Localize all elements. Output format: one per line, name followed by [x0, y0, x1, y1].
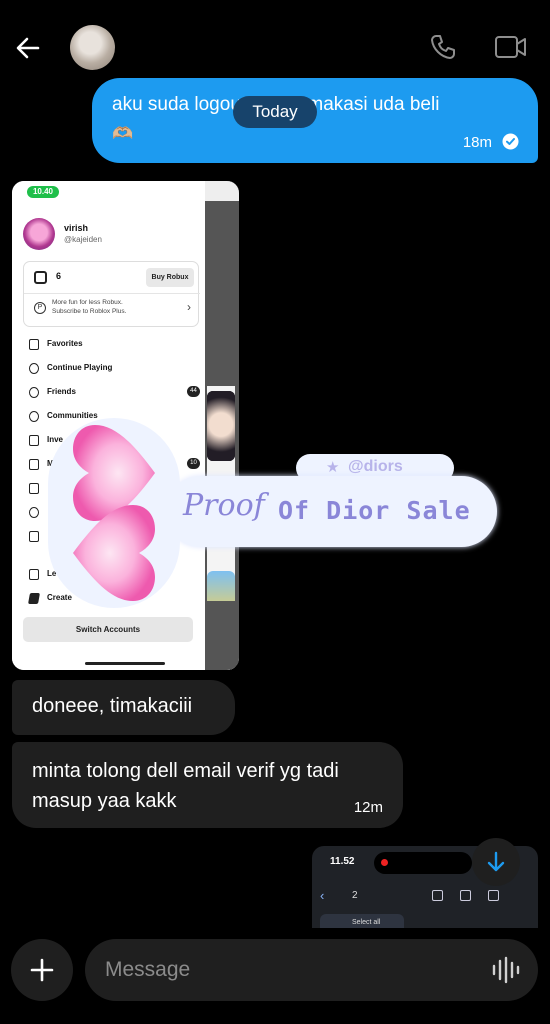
- message-text: doneee, timakaciii: [32, 695, 193, 717]
- plus-icon: [30, 958, 54, 982]
- star-icon: ★: [326, 459, 340, 476]
- add-attachment-button[interactable]: [11, 939, 73, 1001]
- home-indicator: [85, 662, 165, 665]
- date-separator: Today: [233, 96, 317, 128]
- sticker-hearts: [48, 418, 180, 608]
- profile-name: virish: [64, 223, 89, 233]
- outgoing-message[interactable]: aku suda logout ya ka, makasi uda beli 🫶…: [92, 78, 538, 163]
- message-text: minta tolong dell email verif yg tadi ma…: [32, 760, 339, 812]
- plus-promo-line-2: Subscribe to Roblox Plus.: [52, 308, 127, 315]
- item-icon: [29, 531, 39, 542]
- menu-item-friends: Friends 44: [23, 385, 201, 403]
- create-icon: [28, 593, 40, 604]
- chevron-right-icon: ›: [187, 300, 191, 314]
- profile-avatar: [23, 218, 55, 250]
- scroll-to-bottom-button[interactable]: [472, 838, 520, 886]
- select-all-label: Select all: [352, 919, 381, 926]
- status-time: 11.52: [330, 856, 355, 867]
- plus-promo-line-1: More fun for less Robux.: [52, 299, 123, 306]
- chevron-left-icon: ‹: [320, 888, 325, 903]
- sticker-caption-text: Of Dior Sale: [278, 496, 471, 525]
- message-input-container: [85, 939, 538, 1001]
- avatar[interactable]: [70, 25, 115, 70]
- sticker-label: Proof Of Dior Sale: [165, 476, 497, 547]
- friends-icon: [29, 387, 39, 398]
- recording-dot-icon: [381, 859, 388, 866]
- incoming-message[interactable]: doneee, timakaciii: [12, 680, 235, 735]
- voice-waveform-icon[interactable]: [491, 956, 521, 984]
- selected-count: 2: [352, 890, 358, 901]
- message-time: 12m: [353, 799, 383, 816]
- phone-icon[interactable]: [428, 32, 458, 62]
- status-time: 10.40: [27, 186, 59, 198]
- arrow-down-icon: [487, 851, 505, 872]
- robux-count: 6: [56, 271, 62, 281]
- friends-badge: 44: [187, 386, 200, 397]
- messages-badge: 10: [187, 458, 200, 469]
- learn-icon: [29, 569, 39, 580]
- switch-accounts-button: Switch Accounts: [23, 617, 193, 642]
- item-icon: [29, 483, 39, 494]
- incoming-message[interactable]: minta tolong dell email verif yg tadi ma…: [12, 742, 403, 828]
- dynamic-island: [374, 852, 472, 874]
- mail-icon: [488, 890, 499, 901]
- communities-icon: [29, 411, 39, 422]
- history-icon: [29, 363, 39, 374]
- roblox-plus-icon: P: [34, 302, 46, 314]
- heart-hands-emoji: 🫶🏼: [112, 124, 134, 143]
- sticker-proof-text: Proof: [183, 488, 265, 523]
- mail-icon: [29, 459, 39, 470]
- archive-icon: [432, 890, 443, 901]
- buy-robux-button: Buy Robux: [146, 268, 194, 287]
- inventory-icon: [29, 435, 39, 446]
- check-circle-icon: [502, 133, 519, 150]
- heart-icon: [73, 505, 155, 601]
- robux-box: 6 Buy Robux P More fun for less Robux. S…: [23, 261, 200, 327]
- profile-handle: @kajeiden: [64, 235, 102, 244]
- trash-icon: [460, 890, 471, 901]
- robux-icon: [34, 271, 47, 284]
- item-icon: [29, 507, 39, 518]
- message-time: 18m: [462, 134, 492, 151]
- menu-item-continue-playing: Continue Playing: [23, 361, 201, 379]
- bookmark-icon: [29, 339, 39, 350]
- message-input[interactable]: [105, 939, 485, 1001]
- sticker-tag-text: @diors: [348, 458, 403, 475]
- menu-item-favorites: Favorites: [23, 337, 201, 355]
- arrow-left-icon[interactable]: [12, 32, 44, 64]
- video-camera-icon[interactable]: [494, 33, 528, 61]
